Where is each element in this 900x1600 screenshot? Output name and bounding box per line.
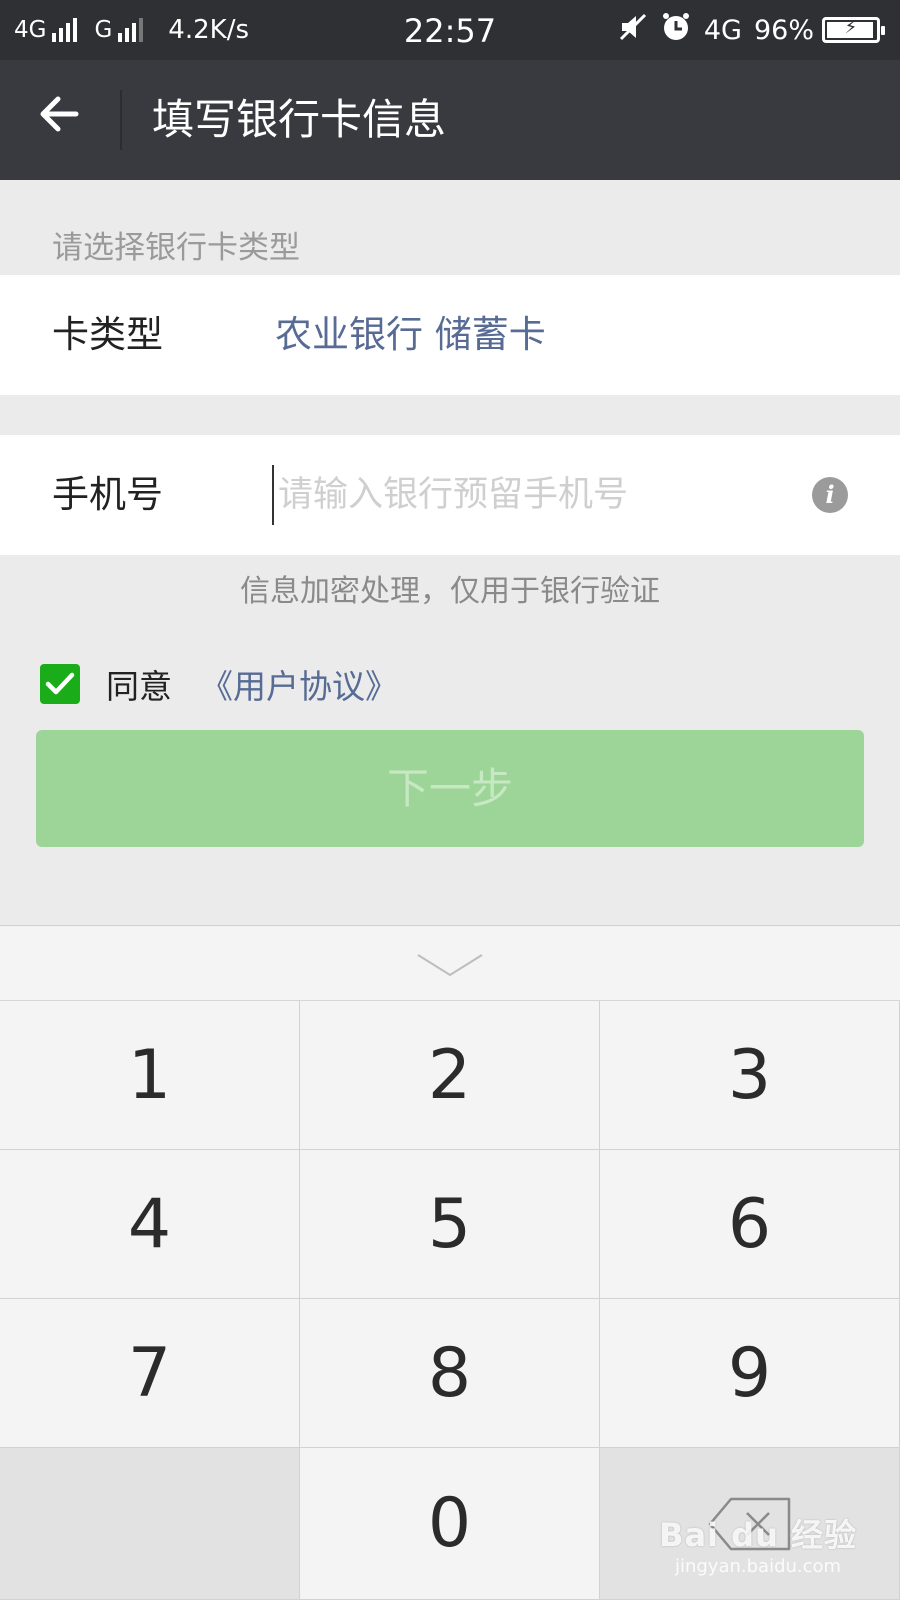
user-agreement-link[interactable]: 《用户协议》 <box>200 660 398 708</box>
nav-header: 填写银行卡信息 <box>0 60 900 180</box>
battery-percent: 96% <box>753 14 814 46</box>
next-step-button[interactable]: 下一步 <box>36 730 864 847</box>
key-4[interactable]: 4 <box>0 1150 300 1299</box>
agree-checkbox[interactable] <box>40 664 80 704</box>
chevron-down-icon <box>417 954 483 977</box>
mute-icon <box>618 12 648 49</box>
phone-input[interactable] <box>272 465 772 525</box>
agreement: 同意 《用户协议》 <box>40 664 398 706</box>
key-blank <box>0 1448 300 1600</box>
phone-row: 手机号 <box>0 435 900 555</box>
key-9[interactable]: 9 <box>600 1299 900 1448</box>
key-5[interactable]: 5 <box>300 1150 600 1299</box>
section-label: 请选择银行卡类型 <box>52 230 300 266</box>
card-type-row[interactable]: 卡类型 农业银行 储蓄卡 <box>0 275 900 395</box>
header-divider <box>120 90 122 150</box>
baidu-watermark: Bai du 经验 jingyan.baidu.com <box>659 1510 857 1577</box>
key-2[interactable]: 2 <box>300 1001 600 1150</box>
key-delete[interactable]: Bai du 经验 jingyan.baidu.com <box>600 1448 900 1600</box>
card-type-label: 卡类型 <box>52 313 163 356</box>
hide-keyboard-bar[interactable] <box>0 925 900 1001</box>
card-type-value[interactable]: 农业银行 储蓄卡 <box>275 275 546 395</box>
network-type-3: 4G <box>703 14 742 46</box>
numeric-keypad: 1 2 3 4 5 6 7 8 9 0 Bai du 经验 jingyan.ba… <box>0 1001 900 1600</box>
key-6[interactable]: 6 <box>600 1150 900 1299</box>
agree-text: 同意 <box>106 667 172 706</box>
key-7[interactable]: 7 <box>0 1299 300 1448</box>
page-title: 填写银行卡信息 <box>152 95 447 144</box>
key-3[interactable]: 3 <box>600 1001 900 1150</box>
watermark-brand: Bai du 经验 <box>659 1516 857 1554</box>
status-right: 4G 96% ⚡ <box>618 11 885 50</box>
key-1[interactable]: 1 <box>0 1001 300 1150</box>
battery-icon: ⚡ <box>822 17 885 43</box>
key-0[interactable]: 0 <box>300 1448 600 1600</box>
encryption-hint: 信息加密处理，仅用于银行验证 <box>240 574 660 609</box>
info-icon[interactable]: i <box>812 477 848 513</box>
status-bar: 4G G 4.2K/s 22:57 4G 96% ⚡ <box>0 0 900 60</box>
back-arrow-icon[interactable] <box>36 90 96 150</box>
key-8[interactable]: 8 <box>300 1299 600 1448</box>
alarm-icon <box>660 11 692 50</box>
phone-label: 手机号 <box>52 473 163 516</box>
watermark-url: jingyan.baidu.com <box>674 1556 842 1577</box>
